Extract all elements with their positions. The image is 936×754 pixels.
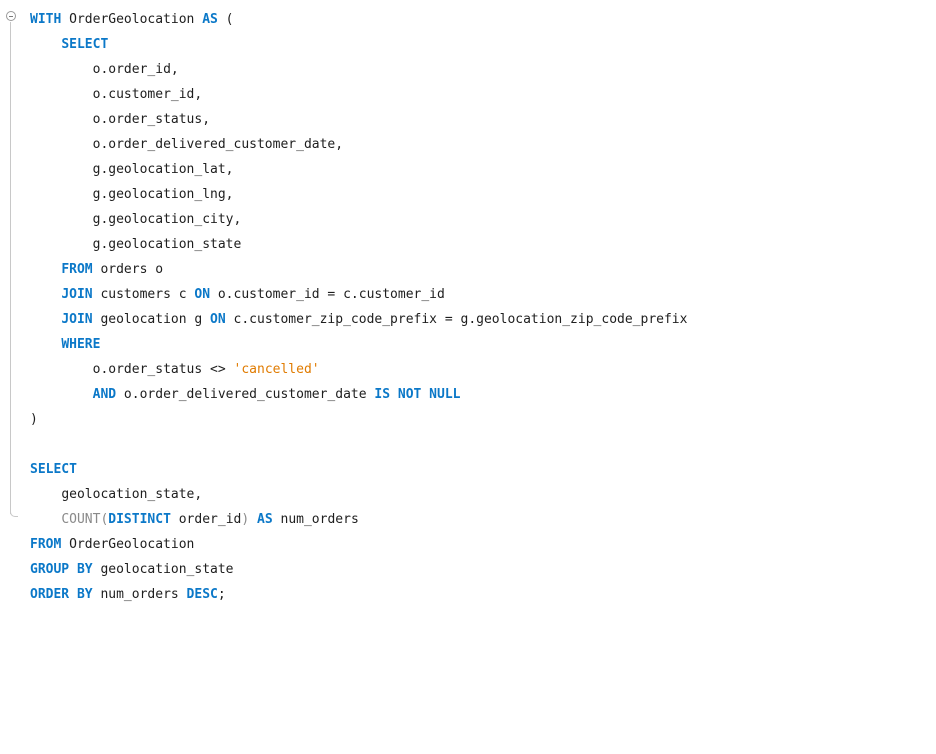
identifier: o.order_status <> xyxy=(92,362,234,377)
sql-keyword: ON xyxy=(210,312,226,327)
identifier: geolocation_state xyxy=(92,562,234,577)
code-line[interactable]: o.order_status, xyxy=(30,107,687,132)
sql-keyword: DISTINCT xyxy=(108,512,171,527)
code-line[interactable]: g.geolocation_lng, xyxy=(30,182,687,207)
code-line[interactable] xyxy=(30,432,687,457)
identifier: ; xyxy=(217,587,226,602)
identifier: OrderGeolocation xyxy=(61,537,195,552)
identifier: geolocation g xyxy=(92,312,211,327)
code-line[interactable]: JOIN geolocation g ON c.customer_zip_cod… xyxy=(30,307,687,332)
code-line[interactable]: geolocation_state, xyxy=(30,482,687,507)
code-line[interactable]: COUNT(DISTINCT order_id) AS num_orders xyxy=(30,507,687,532)
code-line[interactable]: WHERE xyxy=(30,332,687,357)
code-line[interactable]: SELECT xyxy=(30,32,687,57)
code-line[interactable]: SELECT xyxy=(30,457,687,482)
code-line[interactable]: ) xyxy=(30,407,687,432)
function-name: ) xyxy=(241,512,250,527)
identifier: ( xyxy=(217,12,234,27)
identifier: order_id xyxy=(170,512,242,527)
code-line[interactable]: g.geolocation_lat, xyxy=(30,157,687,182)
identifier: o.order_delivered_customer_date, xyxy=(92,137,344,152)
code-line[interactable]: o.order_status <> 'cancelled' xyxy=(30,357,687,382)
collapse-minus-icon[interactable] xyxy=(6,11,16,21)
code-line[interactable]: AND o.order_delivered_customer_date IS N… xyxy=(30,382,687,407)
identifier: orders o xyxy=(92,262,164,277)
sql-keyword: AS xyxy=(257,512,273,527)
identifier: num_orders xyxy=(272,512,359,527)
code-line[interactable]: ORDER BY num_orders DESC; xyxy=(30,582,687,607)
identifier: c.customer_zip_code_prefix = g.geolocati… xyxy=(225,312,688,327)
code-area[interactable]: WITH OrderGeolocation AS ( SELECT o.orde… xyxy=(30,7,687,607)
fold-guide-line xyxy=(10,22,11,514)
sql-keyword: SELECT xyxy=(30,462,77,477)
code-line[interactable]: FROM orders o xyxy=(30,257,687,282)
sql-keyword: AND xyxy=(92,387,117,402)
identifier: customers c xyxy=(92,287,195,302)
code-line[interactable]: WITH OrderGeolocation AS ( xyxy=(30,7,687,32)
sql-keyword: WHERE xyxy=(61,337,101,352)
identifier: o.customer_id = c.customer_id xyxy=(210,287,445,302)
identifier: geolocation_state, xyxy=(61,487,203,502)
sql-keyword: DESC xyxy=(186,587,218,602)
string-literal: 'cancelled' xyxy=(233,362,320,377)
identifier: OrderGeolocation xyxy=(61,12,203,27)
sql-keyword: FROM xyxy=(61,262,93,277)
code-line[interactable]: FROM OrderGeolocation xyxy=(30,532,687,557)
code-line[interactable]: g.geolocation_state xyxy=(30,232,687,257)
sql-keyword: FROM xyxy=(30,537,62,552)
sql-editor[interactable]: WITH OrderGeolocation AS ( SELECT o.orde… xyxy=(0,0,936,754)
identifier: o.order_delivered_customer_date xyxy=(116,387,375,402)
code-line[interactable]: JOIN customers c ON o.customer_id = c.cu… xyxy=(30,282,687,307)
identifier xyxy=(249,512,257,527)
sql-keyword: SELECT xyxy=(61,37,109,52)
function-name: COUNT( xyxy=(61,512,109,527)
code-line[interactable]: o.customer_id, xyxy=(30,82,687,107)
identifier: g.geolocation_lng, xyxy=(92,187,234,202)
code-line[interactable]: o.order_delivered_customer_date, xyxy=(30,132,687,157)
sql-keyword: JOIN xyxy=(61,287,93,302)
identifier: g.geolocation_city, xyxy=(92,212,242,227)
sql-keyword: ORDER BY xyxy=(30,587,93,602)
sql-keyword: JOIN xyxy=(61,312,93,327)
sql-keyword: WITH xyxy=(30,12,62,27)
fold-guide-end xyxy=(10,508,18,517)
identifier: o.customer_id, xyxy=(92,87,203,102)
identifier: ) xyxy=(30,412,38,427)
identifier: num_orders xyxy=(92,587,187,602)
identifier: o.order_status, xyxy=(92,112,211,127)
code-line[interactable]: o.order_id, xyxy=(30,57,687,82)
editor-gutter xyxy=(0,0,30,754)
identifier: g.geolocation_state xyxy=(92,237,242,252)
sql-keyword: ON xyxy=(194,287,211,302)
identifier: o.order_id, xyxy=(92,62,179,77)
sql-keyword: IS NOT NULL xyxy=(374,387,461,402)
code-line[interactable]: GROUP BY geolocation_state xyxy=(30,557,687,582)
sql-keyword: GROUP BY xyxy=(30,562,93,577)
code-line[interactable]: g.geolocation_city, xyxy=(30,207,687,232)
sql-keyword: AS xyxy=(202,12,218,27)
identifier: g.geolocation_lat, xyxy=(92,162,234,177)
